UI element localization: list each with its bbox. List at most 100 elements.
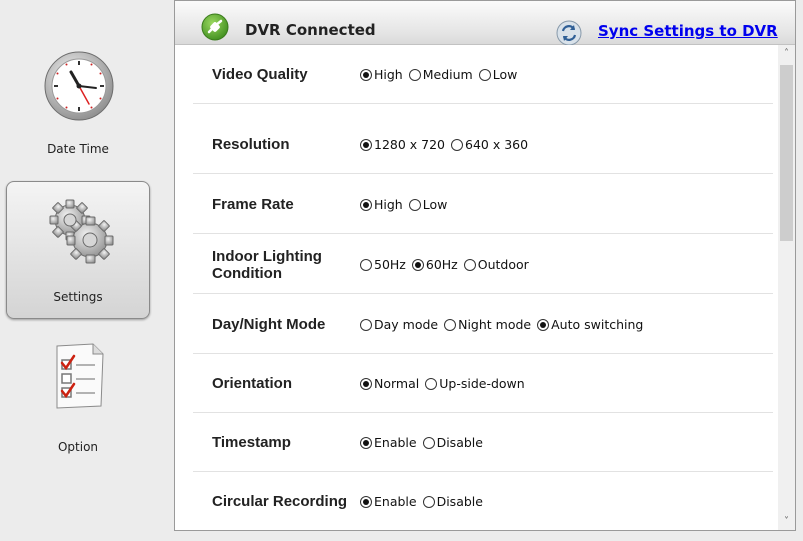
sidebar-item-label: Date Time [47,142,109,156]
sidebar-item-label: Settings [53,290,103,304]
option-label: Low [422,197,448,212]
option-label: 50Hz [374,257,406,272]
checklist-icon [56,343,104,409]
radio-option[interactable]: Disable [422,435,483,450]
setting-label: Video Quality [212,66,308,83]
option-label: High [374,67,403,82]
radio-button[interactable] [422,436,435,449]
option-label: Disable [436,494,483,509]
radio-button[interactable] [425,377,438,390]
radio-option[interactable]: Day mode [360,317,438,332]
chevron-down-icon[interactable]: ˅ [778,513,795,530]
radio-group: 1280 x 720 640 x 360 [360,115,534,174]
connection-status: DVR Connected [245,21,376,39]
setting-label: Resolution [212,136,290,153]
setting-row-day-night-mode: Day/Night Mode Day mode Night mode Auto … [193,295,773,354]
option-label: Disable [436,435,483,450]
gears-icon [49,199,114,264]
radio-button[interactable] [451,138,464,151]
option-label: Low [492,67,518,82]
radio-button[interactable] [408,198,421,211]
setting-row-frame-rate: Frame Rate High Low [193,175,773,234]
setting-row-circular-recording: Circular Recording Enable Disable [193,472,773,530]
setting-label: Circular Recording [212,493,348,510]
radio-option[interactable]: Enable [360,494,417,509]
radio-button[interactable] [360,258,372,271]
header-bar: DVR Connected Sync Settings to DVR [175,1,795,46]
radio-button[interactable] [478,68,491,81]
radio-option[interactable]: Low [478,67,518,82]
clock-icon [44,51,114,121]
radio-button[interactable] [360,495,372,508]
radio-option[interactable]: Disable [422,494,483,509]
setting-label: Orientation [212,375,293,392]
radio-group: Normal Up-side-down [360,354,531,413]
connected-icon [201,13,229,41]
radio-option[interactable]: Medium [408,67,473,82]
sidebar-item-settings[interactable]: Settings [6,181,150,319]
radio-option[interactable]: Outdoor [463,257,529,272]
option-label: Enable [374,435,417,450]
radio-option[interactable]: High [360,67,403,82]
radio-group: Day mode Night mode Auto switching [360,295,649,354]
sidebar-item-label: Option [57,440,99,454]
setting-row-video-quality: Video Quality High Medium Low [193,45,773,104]
option-label: 60Hz [425,257,458,272]
setting-row-indoor-lighting: Indoor Lighting Condition 50Hz 60Hz Outd… [193,235,773,294]
radio-button[interactable] [411,258,424,271]
radio-button[interactable] [422,495,435,508]
radio-group: High Medium Low [360,45,523,104]
setting-row-resolution: Resolution 1280 x 720 640 x 360 [193,115,773,174]
sidebar-item-option[interactable]: Option [6,330,150,468]
settings-panel: DVR Connected Sync Settings to DVR Video… [174,0,796,531]
sidebar: Date Time Settings Option [0,0,160,541]
radio-option[interactable]: Low [408,197,448,212]
setting-row-orientation: Orientation Normal Up-side-down [193,354,773,413]
radio-option[interactable]: 50Hz [360,257,406,272]
option-label: Night mode [458,317,532,332]
radio-option[interactable]: Enable [360,435,417,450]
option-label: Normal [374,376,420,391]
radio-option[interactable]: 1280 x 720 [360,137,445,152]
radio-button[interactable] [360,436,372,449]
option-label: 640 x 360 [465,137,529,152]
option-label: Up-side-down [439,376,525,391]
setting-label: Day/Night Mode [212,316,326,333]
radio-option[interactable]: Night mode [444,317,531,332]
setting-row-timestamp: Timestamp Enable Disable [193,413,773,472]
setting-label: Indoor Lighting Condition [212,247,322,282]
vertical-scrollbar[interactable]: ˄ ˅ [778,45,795,530]
radio-button[interactable] [537,318,550,331]
radio-group: 50Hz 60Hz Outdoor [360,235,535,294]
option-label: Outdoor [477,257,529,272]
option-label: 1280 x 720 [374,137,446,152]
radio-option[interactable]: Auto switching [537,317,643,332]
option-label: Medium [422,67,473,82]
setting-label: Frame Rate [212,196,294,213]
radio-button[interactable] [463,258,476,271]
radio-button[interactable] [360,68,372,81]
option-label: Auto switching [551,317,644,332]
radio-group: Enable Disable [360,413,489,472]
radio-button[interactable] [444,318,457,331]
option-label: Enable [374,494,417,509]
radio-option[interactable]: High [360,197,403,212]
sidebar-item-date-time[interactable]: Date Time [6,36,150,174]
radio-option[interactable]: Up-side-down [425,376,525,391]
radio-group: Enable Disable [360,472,489,530]
radio-option[interactable]: 640 x 360 [451,137,528,152]
radio-button[interactable] [360,198,372,211]
radio-button[interactable] [408,68,421,81]
sync-settings-link[interactable]: Sync Settings to DVR [598,22,778,40]
radio-option[interactable]: Normal [360,376,419,391]
radio-option[interactable]: 60Hz [411,257,458,272]
chevron-up-icon[interactable]: ˄ [778,45,795,62]
setting-label: Timestamp [212,434,291,451]
sync-icon[interactable] [556,20,582,46]
radio-group: High Low [360,175,453,234]
option-label: Day mode [374,317,439,332]
scrollbar-thumb[interactable] [780,65,793,241]
radio-button[interactable] [360,318,372,331]
radio-button[interactable] [360,377,372,390]
radio-button[interactable] [360,138,372,151]
